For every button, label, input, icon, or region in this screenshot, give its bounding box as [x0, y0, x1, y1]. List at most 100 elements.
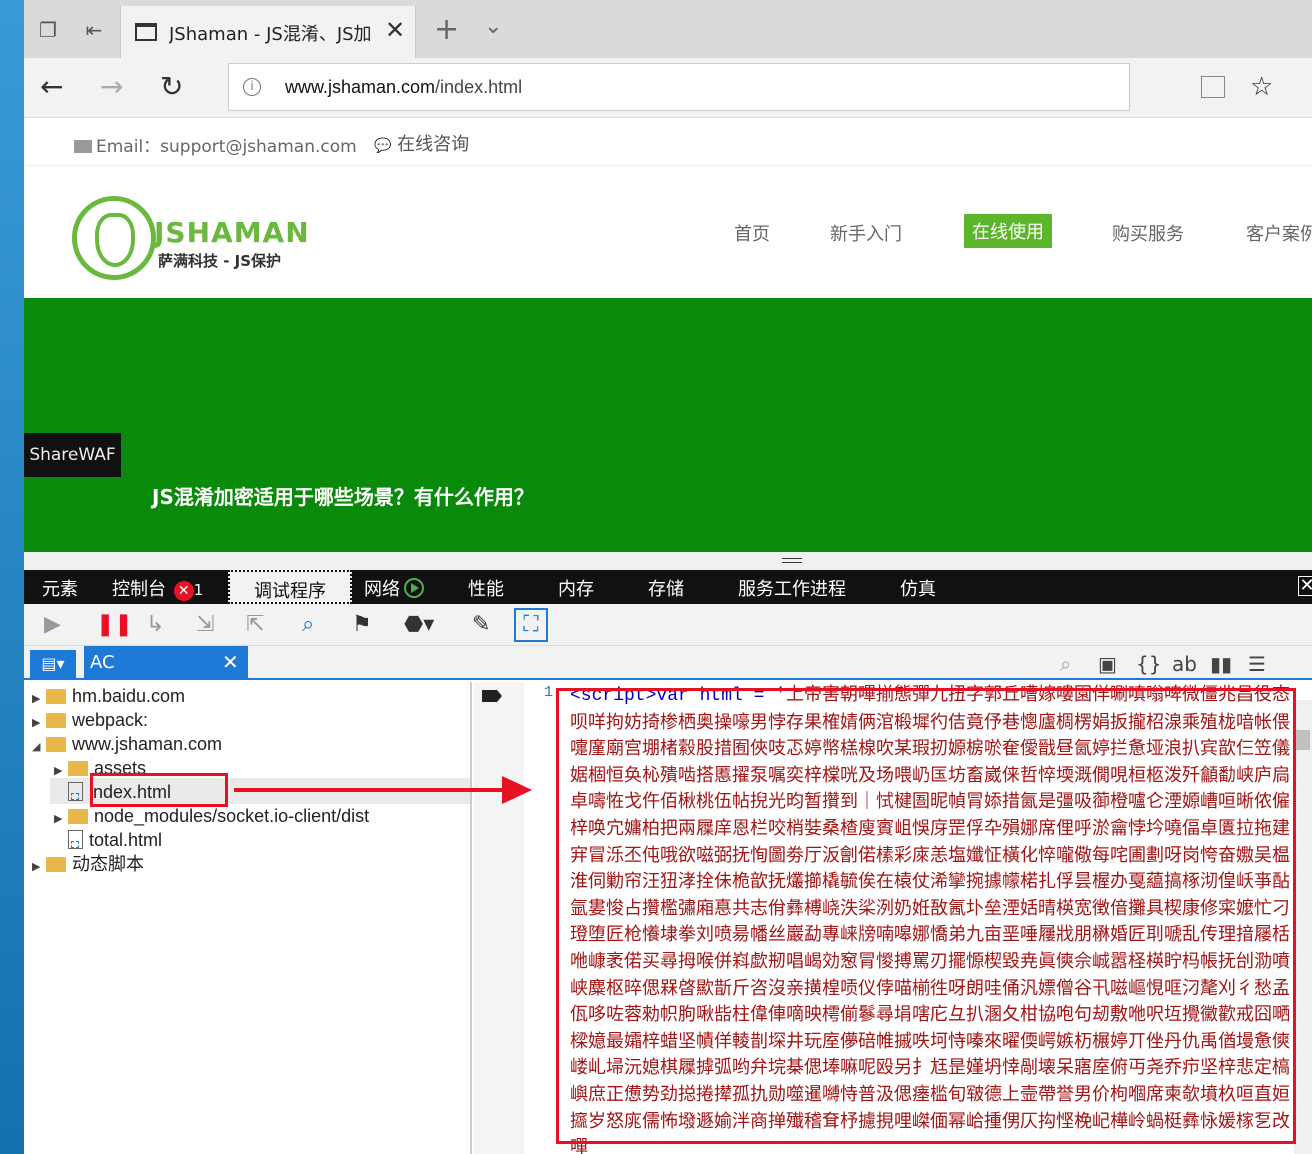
tab-storage[interactable]: 存储: [648, 575, 684, 601]
breakpoint-gutter[interactable]: [474, 682, 524, 1154]
expand-icon[interactable]: ▶: [54, 807, 68, 831]
folder-icon: [46, 737, 66, 752]
exception-behavior-icon[interactable]: ⚑: [352, 612, 372, 637]
close-tab-icon[interactable]: ✕: [385, 16, 405, 44]
browser-window: ❐ ⇤ JShaman - JS混淆、JS加 ✕ + ⌄ ← → ↻ i www…: [24, 0, 1312, 1154]
menu-home[interactable]: 首页: [734, 220, 770, 246]
tree-node-hm-baidu[interactable]: ▶ hm.baidu.com: [32, 684, 185, 708]
address-field[interactable]: i www.jshaman.com/index.html: [228, 63, 1225, 111]
collapse-icon[interactable]: ◢: [32, 735, 46, 759]
annotation-box-file: [90, 773, 228, 807]
expand-icon[interactable]: ▶: [54, 759, 68, 783]
tab-network-label: 网络: [364, 579, 400, 600]
tree-node-webpack[interactable]: ▶ webpack:: [32, 708, 148, 732]
step-over-icon[interactable]: ↳: [146, 612, 164, 637]
hero-banner: ShareWAF JS混淆加密适用于哪些场景？有什么作用？: [24, 298, 1312, 552]
tab-debugger[interactable]: 调试程序: [228, 570, 352, 604]
tab-console[interactable]: 控制台 ✕ 1: [112, 575, 203, 601]
site-header: JSHAMAN 萨满科技 - JS保护 首页 新手入门 在线使用 购买服务 客户…: [24, 166, 1312, 298]
continue-icon[interactable]: ▶: [44, 612, 61, 637]
file-tabs-bar: ▤▾ AC ✕ ⌕ ▣ {} ab ▮▮ ☰: [24, 646, 1312, 680]
tree-label: 动态脚本: [72, 854, 144, 874]
new-tab-icon[interactable]: +: [434, 12, 459, 47]
line-number: 1: [544, 684, 554, 701]
tab-title: JShaman - JS混淆、JS加: [169, 24, 372, 45]
pretty-print-icon[interactable]: {}: [1136, 652, 1161, 676]
pause-on-exceptions-icon[interactable]: ⬣▾: [404, 612, 434, 637]
html-file-icon: [68, 830, 83, 849]
pause-icon[interactable]: ❚❚: [96, 612, 133, 637]
menu-getting-started[interactable]: 新手入门: [830, 220, 902, 246]
tab-network[interactable]: 网络: [364, 575, 424, 601]
tree-label: node_modules/socket.io-client/dist: [94, 806, 370, 826]
tree-node-node-modules[interactable]: ▶ node_modules/socket.io-client/dist: [54, 804, 369, 828]
tab-set-aside-icon[interactable]: ❐: [34, 18, 62, 42]
html-file-icon: [68, 782, 83, 801]
tree-node-dynamic-scripts[interactable]: ▶ 动态脚本: [32, 852, 144, 876]
tab-elements[interactable]: 元素: [42, 575, 78, 601]
favorite-star-icon[interactable]: ☆: [1250, 72, 1273, 102]
reading-view-icon[interactable]: [1201, 76, 1225, 98]
email-contact: Email：support@jshaman.com: [74, 132, 357, 157]
step-out-icon[interactable]: ⇱: [246, 612, 264, 637]
brand-name: JSHAMAN: [154, 216, 310, 249]
tab-restore-icon[interactable]: ⇤: [80, 18, 108, 42]
grip-lines: [782, 558, 802, 563]
tab-memory[interactable]: 内存: [558, 575, 594, 601]
refresh-icon[interactable]: ↻: [160, 70, 183, 103]
save-icon[interactable]: ▣: [1098, 652, 1117, 676]
devtools-close-icon[interactable]: ✕: [1298, 576, 1312, 596]
current-line-marker-icon: [482, 690, 502, 702]
url-domain: www.jshaman.com: [285, 77, 436, 97]
menu-online-use[interactable]: 在线使用: [964, 214, 1052, 248]
code-scrollbar[interactable]: [1294, 700, 1312, 1154]
scrollbar-thumb[interactable]: [1296, 730, 1310, 750]
annotation-box-code: [556, 688, 1296, 1144]
info-icon[interactable]: i: [243, 78, 261, 96]
sharewaf-tag[interactable]: ShareWAF: [24, 433, 121, 477]
just-my-code-icon[interactable]: ⛶: [514, 608, 548, 642]
tree-label: total.html: [89, 830, 163, 850]
url-text: www.jshaman.com/index.html: [285, 77, 522, 98]
folder-icon: [46, 857, 66, 872]
menu-customer-cases[interactable]: 客户案例: [1246, 220, 1312, 246]
step-into-icon[interactable]: ⇲: [196, 612, 214, 637]
tab-performance[interactable]: 性能: [468, 575, 504, 601]
annotation-arrow-head: [502, 776, 532, 804]
back-icon[interactable]: ←: [40, 70, 63, 103]
script-tree: ▶ hm.baidu.com ▶ webpack: ◢ www.jshaman.com…: [24, 682, 472, 1154]
email-link[interactable]: support@jshaman.com: [160, 137, 357, 157]
tree-node-total-html[interactable]: total.html: [68, 828, 162, 852]
tab-service-workers[interactable]: 服务工作进程: [738, 575, 846, 601]
close-file-icon[interactable]: ✕: [222, 650, 239, 674]
word-wrap-icon[interactable]: ab: [1172, 652, 1197, 676]
tab-emulation[interactable]: 仿真: [900, 575, 936, 601]
email-label: Email：: [96, 137, 161, 157]
forward-icon[interactable]: →: [100, 70, 123, 103]
profile-icon[interactable]: ▮▮: [1210, 652, 1232, 676]
mail-icon: [74, 140, 92, 153]
open-document-icon[interactable]: ▤▾: [30, 650, 76, 678]
break-on-new-worker-icon[interactable]: ⌕: [302, 612, 314, 637]
folder-icon: [46, 689, 66, 704]
disconnect-icon[interactable]: ✎: [472, 612, 490, 637]
chevron-down-icon[interactable]: ⌄: [484, 14, 502, 39]
tab-bar: ❐ ⇤ JShaman - JS混淆、JS加 ✕ + ⌄: [24, 0, 1312, 58]
devtools-resize-handle[interactable]: [24, 552, 1312, 570]
hand-mark: [95, 213, 135, 267]
tree-label: webpack:: [72, 710, 149, 730]
online-chat-link[interactable]: 💬 在线咨询: [374, 130, 469, 156]
jshaman-logo-icon[interactable]: [72, 196, 156, 280]
tree-node-jshaman[interactable]: ◢ www.jshaman.com: [32, 732, 222, 756]
file-tab-ac[interactable]: AC ✕: [84, 646, 248, 680]
desktop-edge: [0, 0, 24, 1154]
debugger-toolbar: ▶ ❚❚ ↳ ⇲ ⇱ ⌕ ⚑ ⬣▾ ✎ ⛶: [24, 604, 1312, 646]
contact-strip: Email：support@jshaman.com 💬 在线咨询: [24, 118, 1312, 166]
banner-headline[interactable]: JS混淆加密适用于哪些场景？有什么作用？: [152, 481, 534, 510]
menu-buy-service[interactable]: 购买服务: [1112, 220, 1184, 246]
expand-icon[interactable]: ▶: [32, 855, 46, 879]
source-map-icon[interactable]: ☰: [1248, 652, 1266, 676]
chat-icon: 💬: [374, 138, 392, 154]
find-icon[interactable]: ⌕: [1060, 652, 1071, 676]
browser-tab[interactable]: JShaman - JS混淆、JS加 ✕: [120, 6, 416, 58]
